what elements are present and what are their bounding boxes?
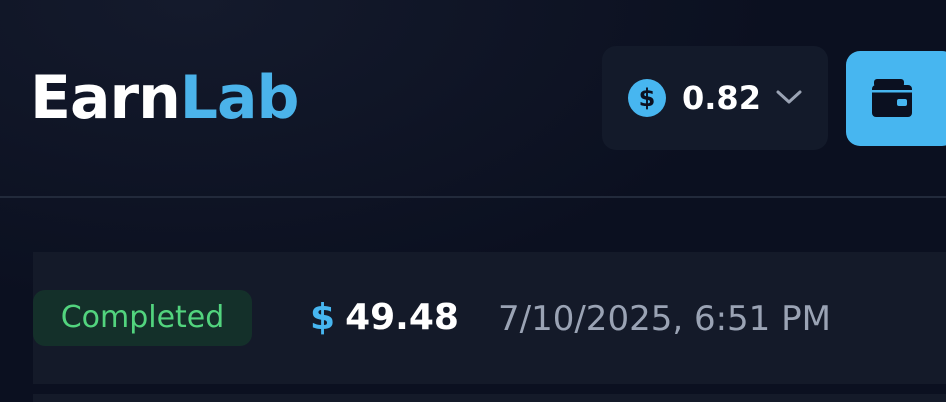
status-badge: Completed (33, 290, 252, 346)
brand-name-part2: Lab (179, 63, 300, 133)
total-value: 49.48 (345, 297, 459, 338)
dollar-icon: $ (310, 297, 336, 338)
wallet-button[interactable] (846, 51, 946, 146)
column-header-date: Date (498, 198, 579, 208)
table-row[interactable] (33, 394, 946, 402)
table-header: Status Total Date (0, 198, 946, 238)
brand-logo[interactable]: EarnLab (30, 63, 300, 133)
balance-value: 0.82 (682, 79, 761, 117)
column-header-status: Status (33, 198, 141, 208)
dollar-coin-icon: $ (628, 79, 666, 117)
balance-dropdown[interactable]: $ 0.82 (602, 46, 828, 150)
date-value: 7/10/2025, 6:51 PM (498, 299, 831, 339)
total-amount: $49.48 (310, 294, 459, 342)
header: EarnLab $ 0.82 (0, 0, 946, 190)
table-row[interactable]: Completed $49.48 7/10/2025, 6:51 PM (33, 252, 946, 384)
page: EarnLab $ 0.82 Status Total Date Complet… (0, 0, 946, 402)
brand-name-part1: Earn (30, 63, 181, 133)
wallet-icon (872, 79, 912, 117)
chevron-down-icon (776, 90, 802, 104)
column-header-total: Total (312, 198, 391, 208)
